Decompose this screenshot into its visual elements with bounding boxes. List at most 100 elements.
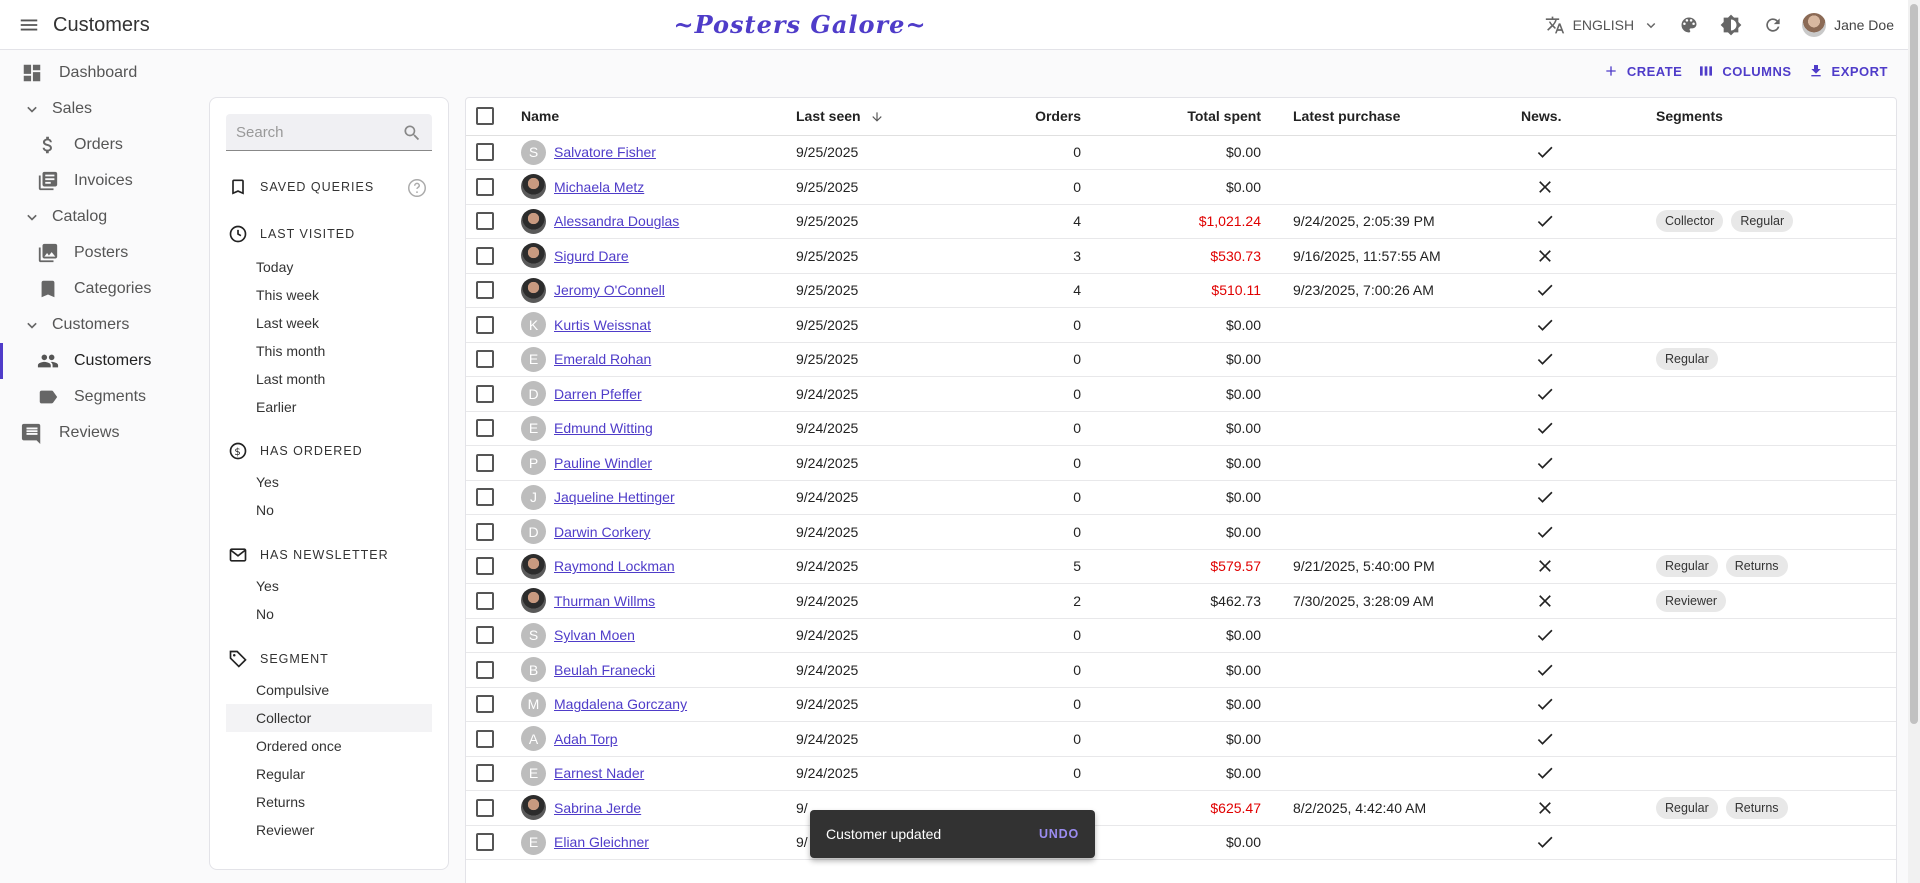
row-checkbox[interactable] xyxy=(476,143,494,162)
table-row[interactable]: E Earnest Nader 9/24/2025 0 $0.00 xyxy=(466,756,1896,791)
customer-name-link[interactable]: Sigurd Dare xyxy=(554,248,629,264)
create-button[interactable]: CREATE xyxy=(1603,63,1682,79)
row-checkbox[interactable] xyxy=(476,522,494,541)
table-row[interactable]: D Darren Pfeffer 9/24/2025 0 $0.00 xyxy=(466,376,1896,412)
customer-name-link[interactable]: Salvatore Fisher xyxy=(554,144,656,160)
table-row[interactable]: K Kurtis Weissnat 9/25/2025 0 $0.00 xyxy=(466,307,1896,343)
customer-name-link[interactable]: Darwin Corkery xyxy=(554,524,650,540)
sidebar-item-dashboard[interactable]: Dashboard xyxy=(0,55,200,91)
header-total-spent[interactable]: Total spent xyxy=(1081,98,1261,136)
customer-name-link[interactable]: Sabrina Jerde xyxy=(554,800,641,816)
table-row[interactable]: A Adah Torp 9/24/2025 0 $0.00 xyxy=(466,721,1896,757)
table-row[interactable]: Sabrina Jerde 9/$625.47 8/2/2025, 4:42:40 … xyxy=(466,790,1896,826)
row-checkbox[interactable] xyxy=(476,384,494,403)
language-selector[interactable]: ENGLISH xyxy=(1545,15,1660,35)
table-row[interactable]: S Sylvan Moen 9/24/2025 0 $0.00 xyxy=(466,618,1896,653)
columns-button[interactable]: COLUMNS xyxy=(1698,63,1791,79)
sidebar-item-customers[interactable]: Customers xyxy=(0,343,200,379)
filter-option[interactable]: Last week xyxy=(226,309,432,337)
filter-option[interactable]: Reviewer xyxy=(226,816,432,844)
customer-name-link[interactable]: Alessandra Douglas xyxy=(554,213,679,229)
filter-option[interactable]: This month xyxy=(226,337,432,365)
row-checkbox[interactable] xyxy=(476,315,494,334)
sidebar-item-orders[interactable]: Orders xyxy=(0,127,200,163)
sidebar-item-segments[interactable]: Segments xyxy=(0,379,200,415)
row-checkbox[interactable] xyxy=(476,350,494,369)
row-checkbox[interactable] xyxy=(476,591,494,610)
filter-option[interactable]: Compulsive xyxy=(226,676,432,704)
help-icon[interactable] xyxy=(406,177,428,202)
table-row[interactable]: Michaela Metz 9/25/2025 0 $0.00 xyxy=(466,169,1896,205)
table-row[interactable]: J Jaqueline Hettinger 9/24/2025 0 $0.00 xyxy=(466,480,1896,515)
table-row[interactable]: Thurman Willms 9/24/2025 2 $462.73 7/30/2025… xyxy=(466,583,1896,619)
row-checkbox[interactable] xyxy=(476,833,494,852)
row-checkbox[interactable] xyxy=(476,212,494,231)
search-input[interactable] xyxy=(236,123,396,141)
filter-option[interactable]: Returns xyxy=(226,788,432,816)
customer-name-link[interactable]: Raymond Lockman xyxy=(554,558,675,574)
customer-name-link[interactable]: Magdalena Gorczany xyxy=(554,696,687,712)
sidebar-item-categories[interactable]: Categories xyxy=(0,271,200,307)
filter-option[interactable]: Yes xyxy=(226,468,432,496)
filter-option[interactable]: Today xyxy=(226,253,432,281)
user-menu[interactable]: Jane Doe xyxy=(1802,13,1894,37)
filter-option-selected[interactable]: Collector xyxy=(226,704,432,732)
header-latest-purchase[interactable]: Latest purchase xyxy=(1261,98,1521,136)
table-row[interactable]: M Magdalena Gorczany 9/24/2025 0 $0.00 xyxy=(466,687,1896,722)
table-row[interactable]: E Elian Gleichner 9/$0.00 xyxy=(466,825,1896,860)
sidebar-item-reviews[interactable]: Reviews xyxy=(0,415,200,451)
filter-option[interactable]: This week xyxy=(226,281,432,309)
row-checkbox[interactable] xyxy=(476,764,494,783)
table-row[interactable]: Sigurd Dare 9/25/2025 3 $530.73 9/16/2025, 1… xyxy=(466,238,1896,274)
filter-option[interactable]: Earlier xyxy=(226,393,432,421)
header-name[interactable]: Name xyxy=(521,98,796,136)
table-row[interactable]: S Salvatore Fisher 9/25/2025 0 $0.00 xyxy=(466,135,1896,170)
row-checkbox[interactable] xyxy=(476,246,494,265)
filter-option[interactable]: No xyxy=(226,600,432,628)
undo-button[interactable]: UNDO xyxy=(1039,827,1079,841)
customer-name-link[interactable]: Darren Pfeffer xyxy=(554,386,642,402)
row-checkbox[interactable] xyxy=(476,626,494,645)
customer-name-link[interactable]: Pauline Windler xyxy=(554,455,652,471)
customer-name-link[interactable]: Thurman Willms xyxy=(554,593,655,609)
sidebar-group-catalog[interactable]: Catalog xyxy=(0,199,200,235)
row-checkbox[interactable] xyxy=(476,488,494,507)
row-checkbox[interactable] xyxy=(476,557,494,576)
row-checkbox[interactable] xyxy=(476,281,494,300)
filter-option[interactable]: Yes xyxy=(226,572,432,600)
customer-name-link[interactable]: Kurtis Weissnat xyxy=(554,317,651,333)
sidebar-item-posters[interactable]: Posters xyxy=(0,235,200,271)
filter-option[interactable]: Ordered once xyxy=(226,732,432,760)
customer-name-link[interactable]: Adah Torp xyxy=(554,731,618,747)
customer-name-link[interactable]: Michaela Metz xyxy=(554,179,644,195)
row-checkbox[interactable] xyxy=(476,419,494,438)
sidebar-group-sales[interactable]: Sales xyxy=(0,91,200,127)
table-row[interactable]: P Pauline Windler 9/24/2025 0 $0.00 xyxy=(466,445,1896,481)
filter-option[interactable]: Regular xyxy=(226,760,432,788)
page-scrollbar[interactable] xyxy=(1908,0,1920,883)
select-all-checkbox[interactable] xyxy=(476,107,494,126)
table-row[interactable]: Alessandra Douglas 9/25/2025 4 $1,021.24 9/2… xyxy=(466,204,1896,239)
customer-name-link[interactable]: Sylvan Moen xyxy=(554,627,635,643)
refresh-icon[interactable] xyxy=(1760,12,1786,38)
table-row[interactable]: E Edmund Witting 9/24/2025 0 $0.00 xyxy=(466,411,1896,446)
filter-option[interactable]: Last month xyxy=(226,365,432,393)
customer-name-link[interactable]: Emerald Rohan xyxy=(554,351,651,367)
brightness-icon[interactable] xyxy=(1718,12,1744,38)
row-checkbox[interactable] xyxy=(476,660,494,679)
customer-name-link[interactable]: Edmund Witting xyxy=(554,420,653,436)
customer-name-link[interactable]: Elian Gleichner xyxy=(554,834,649,850)
row-checkbox[interactable] xyxy=(476,798,494,817)
table-row[interactable]: Jeromy O'Connell 9/25/2025 4 $510.11 9/23/20… xyxy=(466,273,1896,308)
sidebar-group-customers[interactable]: Customers xyxy=(0,307,200,343)
row-checkbox[interactable] xyxy=(476,453,494,472)
header-orders[interactable]: Orders xyxy=(966,98,1081,136)
header-newsletter[interactable]: News. xyxy=(1521,98,1656,136)
row-checkbox[interactable] xyxy=(476,729,494,748)
customer-name-link[interactable]: Beulah Franecki xyxy=(554,662,655,678)
header-last-seen[interactable]: Last seen xyxy=(796,98,966,136)
export-button[interactable]: EXPORT xyxy=(1808,63,1888,79)
table-row[interactable]: B Beulah Franecki 9/24/2025 0 $0.00 xyxy=(466,652,1896,688)
palette-icon[interactable] xyxy=(1676,12,1702,38)
table-row[interactable]: E Emerald Rohan 9/25/2025 0 $0.00 Regular xyxy=(466,342,1896,377)
